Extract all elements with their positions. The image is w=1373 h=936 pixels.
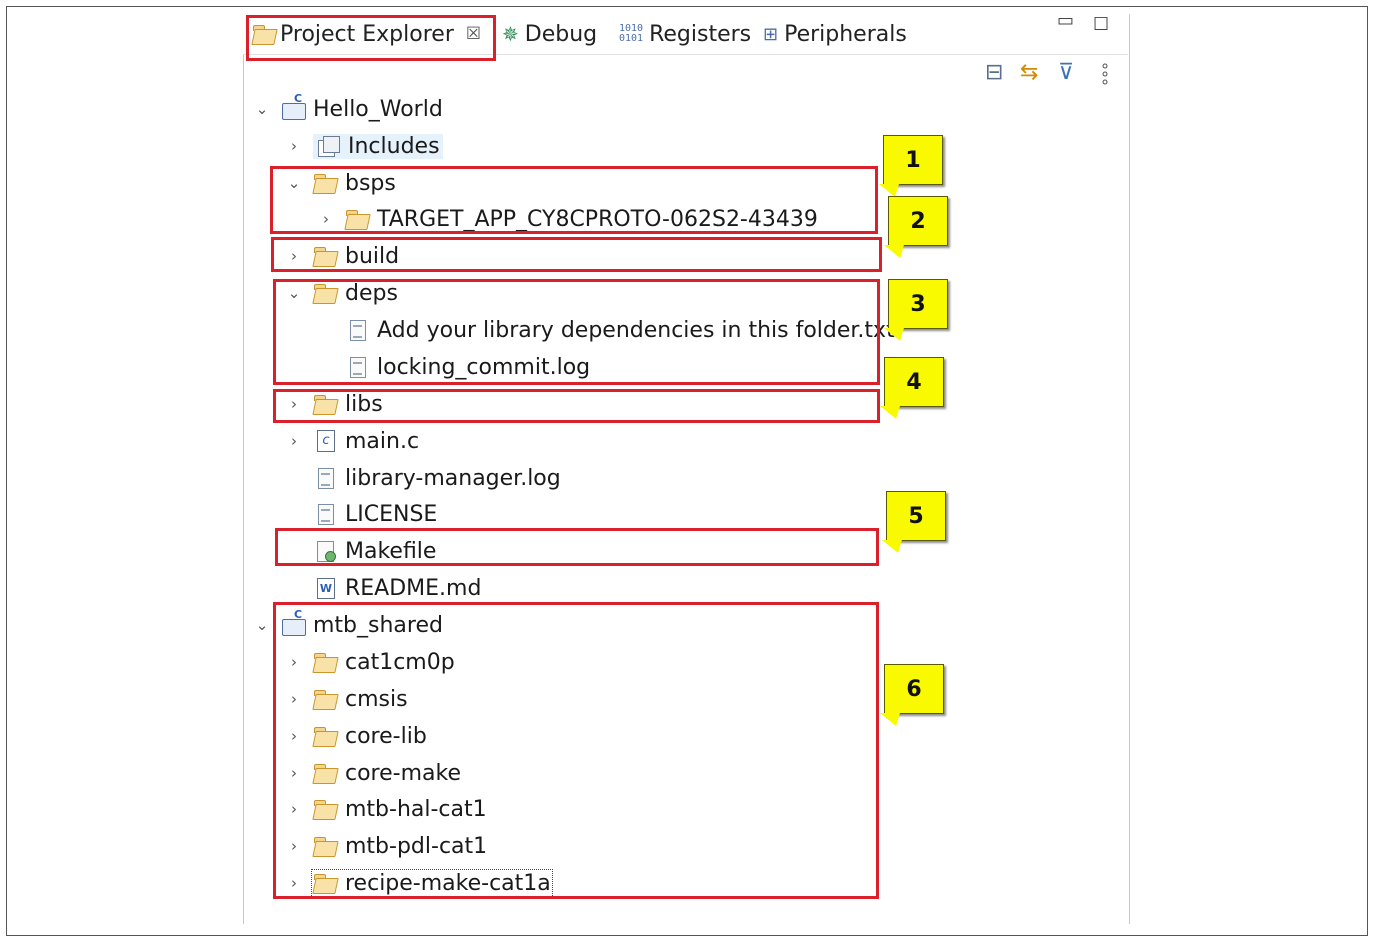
callout-1: 1 bbox=[883, 135, 943, 185]
highlight-mtb-shared bbox=[273, 602, 879, 899]
callout-3: 3 bbox=[888, 279, 948, 329]
chevron-right-icon[interactable]: › bbox=[286, 432, 302, 450]
filter-icon[interactable]: ⊽ bbox=[1058, 60, 1074, 86]
highlight-deps bbox=[273, 279, 880, 385]
c-project-icon bbox=[281, 92, 306, 120]
callout-5: 5 bbox=[886, 491, 946, 541]
tab-registers[interactable]: 1010 0101 Registers bbox=[619, 16, 751, 52]
registers-icon: 1010 0101 bbox=[619, 23, 644, 44]
tab-debug-label: Debug bbox=[524, 21, 598, 47]
view-menu-icon[interactable]: ∘ ∘ ∘ bbox=[1100, 58, 1110, 90]
tree-item-label: main.c bbox=[345, 428, 420, 454]
link-editor-icon[interactable]: ⇆ bbox=[1020, 60, 1038, 86]
callout-2: 2 bbox=[888, 196, 948, 246]
debug-bug-icon: ✵ bbox=[502, 22, 519, 46]
tree-item-label: library-manager.log bbox=[345, 465, 561, 491]
tree-item-main-c[interactable]: › main.c bbox=[286, 424, 419, 458]
tree-item-label: Includes bbox=[348, 133, 440, 159]
highlight-bsps bbox=[270, 166, 878, 234]
tab-debug[interactable]: ✵ Debug bbox=[502, 16, 597, 52]
tree-item-readme[interactable]: README.md bbox=[313, 571, 481, 605]
tab-registers-label: Registers bbox=[649, 21, 752, 47]
text-file-icon bbox=[313, 503, 337, 525]
tree-item-includes[interactable]: › Includes bbox=[286, 129, 443, 163]
includes-icon bbox=[316, 135, 340, 157]
chevron-right-icon[interactable]: › bbox=[286, 137, 302, 155]
highlight-makefile bbox=[275, 528, 879, 566]
tree-item-hello-world[interactable]: ⌄ Hello_World bbox=[254, 92, 443, 126]
highlight-project-explorer-tab bbox=[246, 15, 496, 61]
tree-item-label: Hello_World bbox=[313, 96, 443, 122]
highlight-build bbox=[271, 237, 882, 272]
text-file-icon bbox=[313, 467, 337, 489]
selected-row-highlight: Includes bbox=[313, 133, 443, 159]
callout-4: 4 bbox=[884, 357, 944, 407]
tree-item-license[interactable]: LICENSE bbox=[313, 497, 437, 531]
tree-item-label: README.md bbox=[345, 575, 482, 601]
c-source-file-icon bbox=[313, 430, 337, 452]
tab-peripherals-label: Peripherals bbox=[784, 21, 907, 47]
chevron-down-icon[interactable]: ⌄ bbox=[254, 100, 270, 118]
markdown-file-icon bbox=[313, 577, 337, 599]
maximize-button[interactable]: ☐ bbox=[1093, 14, 1109, 35]
tab-peripherals[interactable]: ⊞ Peripherals bbox=[763, 16, 907, 52]
chevron-down-icon[interactable]: ⌄ bbox=[254, 616, 270, 634]
collapse-all-icon[interactable]: ⊟ bbox=[985, 60, 1003, 86]
minimize-button[interactable]: ▭ bbox=[1057, 10, 1074, 31]
tree-item-library-manager-log[interactable]: library-manager.log bbox=[313, 461, 561, 495]
tree-item-label: LICENSE bbox=[345, 501, 438, 527]
highlight-libs bbox=[273, 389, 880, 423]
peripherals-icon: ⊞ bbox=[763, 23, 779, 45]
callout-6: 6 bbox=[884, 664, 944, 714]
